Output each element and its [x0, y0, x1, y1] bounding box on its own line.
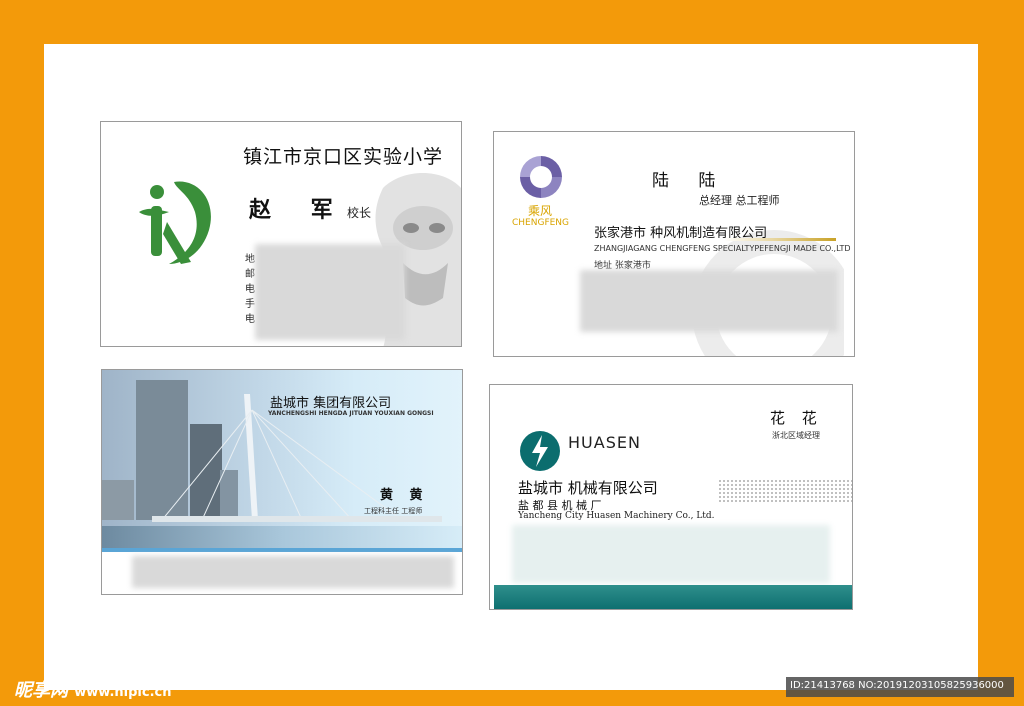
site-watermark: 昵享网 www.nipic.cn [14, 680, 172, 701]
person-title: 总经理 总工程师 [699, 194, 780, 207]
school-name: 镇江市京口区实验小学 [243, 146, 444, 168]
person-title: 工程科主任 工程师 [364, 507, 423, 515]
brand-name-en: CHENGFENG [512, 218, 570, 228]
business-card-huasen: HUASEN 花 花 浙北区域经理 盐城市 机械有限公司 盐 都 县 机 械 厂… [489, 384, 853, 610]
river-water [102, 526, 462, 548]
dot-pattern-decoration [718, 479, 852, 503]
blurred-contact-details [512, 525, 830, 583]
company-name: 盐城市 集团有限公司 [270, 396, 392, 411]
gold-divider [724, 238, 836, 241]
image-id-text: ID:21413768 NO:20191203105825936000 [790, 680, 1004, 691]
company-name: 盐城市 机械有限公司 [518, 479, 658, 497]
person-name: 陆 陆 [652, 171, 728, 191]
contact-label: 电 [245, 314, 255, 325]
contact-label: 手 [245, 299, 255, 310]
company-name-en: Yancheng City Huasen Machinery Co., Ltd. [518, 511, 715, 521]
company-name-en: YANCHENGSHI HENGDA JITUAN YOUXIAN GONGSI [268, 410, 434, 417]
blurred-contact-details [580, 270, 838, 332]
person-name: 花 花 [770, 409, 823, 427]
chengfeng-logo-icon [520, 156, 562, 198]
contact-label: 地 [245, 254, 255, 265]
contact-label: 邮 [245, 269, 255, 280]
blue-stripe [102, 548, 462, 552]
blurred-contact-details [132, 556, 454, 588]
teal-footer-bar [494, 585, 852, 609]
business-card-hengda: 盐城市 集团有限公司 YANCHENGSHI HENGDA JITUAN YOU… [101, 369, 463, 595]
school-logo-icon [139, 181, 211, 264]
blurred-contact-details [255, 244, 405, 340]
person-title: 浙北区域经理 [772, 431, 820, 440]
person-name: 赵 军 [249, 197, 349, 223]
huasen-logo-icon [520, 431, 560, 471]
business-card-chengfeng: 乘风 CHENGFENG 陆 陆 总经理 总工程师 张家港市 种风机制造有限公司… [493, 131, 855, 357]
business-card-school: 镇江市京口区实验小学 赵 军 校长 地 邮 电 手 电 [100, 121, 462, 347]
brand-name: HUASEN [568, 433, 641, 452]
person-name: 黄 黄 [380, 488, 429, 503]
company-name-en: ZHANGJIAGANG CHENGFENG SPECIALTYPEFENGJI… [594, 244, 851, 253]
contact-label: 电 [245, 284, 255, 295]
brand-name-cn: 乘风 [528, 204, 553, 218]
person-title: 校长 [347, 206, 372, 220]
